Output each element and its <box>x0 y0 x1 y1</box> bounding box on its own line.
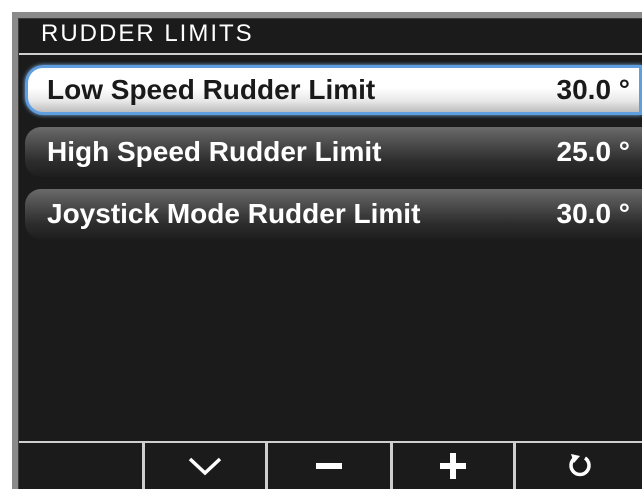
softkey-back-button[interactable] <box>516 443 642 489</box>
display-screen: RUDDER LIMITS Low Speed Rudder Limit 30.… <box>18 18 642 489</box>
title-bar: RUDDER LIMITS <box>19 19 642 55</box>
plus-icon <box>440 453 466 479</box>
setting-value: 30.0 ° <box>556 198 630 229</box>
softkey-1-button[interactable] <box>19 443 142 489</box>
chevron-down-icon <box>187 456 223 476</box>
minus-icon <box>316 461 342 471</box>
softkey-increase-button[interactable] <box>393 443 513 489</box>
setting-value: 30.0 ° <box>556 74 630 105</box>
softkey-down-button[interactable] <box>145 443 265 489</box>
softkey-bar <box>19 441 642 489</box>
setting-label: Joystick Mode Rudder Limit <box>47 198 421 229</box>
display-bezel: RUDDER LIMITS Low Speed Rudder Limit 30.… <box>12 12 642 489</box>
setting-label: High Speed Rudder Limit <box>47 136 382 167</box>
setting-label: Low Speed Rudder Limit <box>47 74 376 105</box>
setting-row-joystick-mode-rudder-limit[interactable]: Joystick Mode Rudder Limit 30.0 ° <box>25 189 642 239</box>
setting-row-high-speed-rudder-limit[interactable]: High Speed Rudder Limit 25.0 ° <box>25 127 642 177</box>
back-arrow-icon <box>566 452 594 480</box>
page-title: RUDDER LIMITS <box>41 20 254 47</box>
softkey-decrease-button[interactable] <box>268 443 390 489</box>
setting-row-low-speed-rudder-limit[interactable]: Low Speed Rudder Limit 30.0 ° <box>25 65 642 115</box>
setting-value: 25.0 ° <box>556 136 630 167</box>
